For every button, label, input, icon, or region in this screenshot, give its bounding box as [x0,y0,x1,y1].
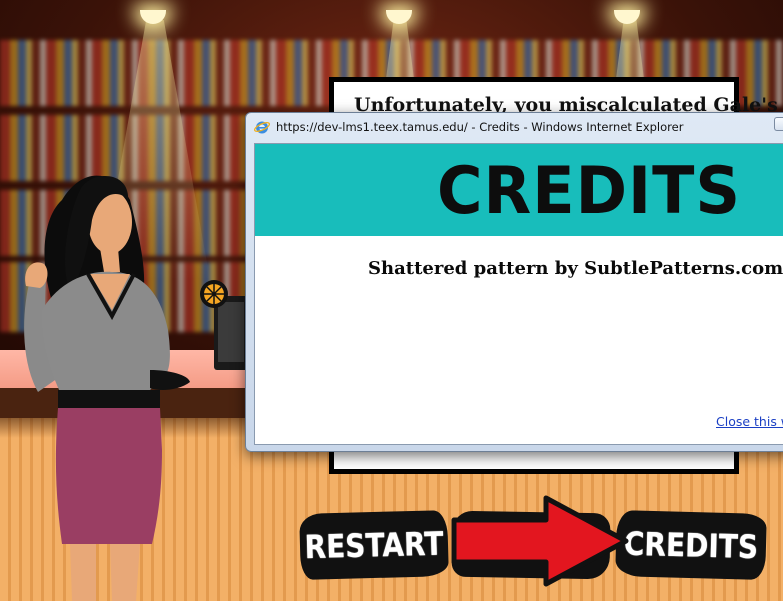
game-scene: Unfortunately, you miscalculated Gale's … [0,0,783,601]
red-arrow-icon [451,495,629,587]
credits-banner: CREDITS [255,144,783,236]
minimize-button[interactable] [774,117,783,131]
close-window-link[interactable]: Close this w [716,414,783,429]
popup-title: https://dev-lms1.teex.tamus.edu/ - Credi… [276,120,684,134]
credits-heading: CREDITS [437,152,742,229]
woman-character-illustration [24,175,190,601]
restart-button-label: RESTART [304,524,444,566]
popup-content: CREDITS Shattered pattern by SubtlePatte… [254,143,783,445]
credits-button-label: CREDITS [623,524,759,566]
credit-line: Shattered pattern by SubtlePatterns.com [368,258,783,279]
restart-button[interactable]: RESTART [299,510,449,580]
popup-titlebar[interactable]: https://dev-lms1.teex.tamus.edu/ - Credi… [246,113,783,141]
credits-button[interactable]: CREDITS [615,510,767,580]
credits-popup-window[interactable]: https://dev-lms1.teex.tamus.edu/ - Credi… [245,112,783,452]
internet-explorer-icon [254,121,270,134]
